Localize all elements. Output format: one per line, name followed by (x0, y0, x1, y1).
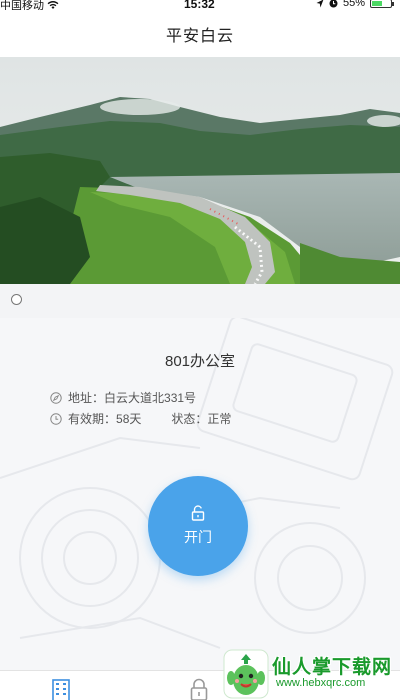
unlock-icon (191, 505, 205, 521)
banner-carousel[interactable] (0, 57, 400, 284)
tab-building[interactable] (50, 677, 72, 700)
compass-icon (50, 391, 62, 404)
address-row: 地址： 白云大道北331号 (50, 389, 196, 406)
watermark-url: www.hebxqrc.com (276, 677, 366, 689)
open-door-button[interactable]: 开门 (148, 476, 248, 576)
door-card: 801办公室 地址： 白云大道北331号 有效期： 58天 状态： 正常 开门 (0, 318, 400, 670)
battery-percent: 55% (342, 0, 365, 9)
validity-row: 有效期： 58天 状态： 正常 (50, 410, 231, 427)
banner-page-indicator[interactable] (11, 294, 22, 305)
tab-lock[interactable] (188, 677, 210, 700)
room-name: 801办公室 (164, 353, 236, 370)
watermark-title: 仙人掌下载网 (272, 657, 393, 678)
battery-icon (370, 0, 394, 8)
status-value: 正常 (207, 412, 232, 426)
status-bar: 中国移动 15:32 55% (0, 0, 400, 12)
wifi-icon (47, 1, 59, 9)
lock-icon (190, 678, 208, 700)
nav-bar: 平安白云 (0, 10, 400, 57)
address-label: 地址： (68, 391, 105, 405)
status-right: 55% (316, 0, 394, 9)
alarm-icon (329, 0, 338, 7)
open-door-label: 开门 (184, 529, 212, 545)
address-value: 白云大道北331号 (104, 391, 197, 405)
status-label: 状态： (171, 412, 208, 426)
page-title: 平安白云 (165, 27, 234, 45)
building-icon (52, 679, 70, 700)
banner-photo (0, 57, 400, 284)
cactus-mascot-logo (223, 649, 269, 699)
location-arrow-icon (316, 0, 324, 7)
site-watermark: 仙人掌下载网 www.hebxqrc.com (222, 648, 400, 700)
validity-label: 有效期： (68, 412, 117, 426)
clock-icon (50, 412, 62, 425)
validity-value: 58天 (116, 412, 142, 426)
